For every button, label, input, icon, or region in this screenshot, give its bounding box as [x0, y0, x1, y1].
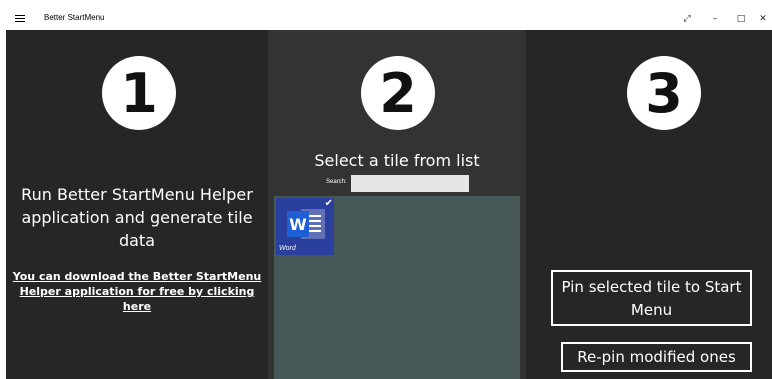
- download-helper-link[interactable]: You can download the Better StartMenu He…: [10, 269, 264, 314]
- close-icon[interactable]: ✕: [754, 8, 772, 30]
- maximize-icon[interactable]: □: [728, 8, 754, 30]
- title-bar: Better StartMenu ⤢ – □ ✕: [6, 8, 772, 30]
- app-window: Better StartMenu ⤢ – □ ✕ 1 Run Better St…: [6, 8, 772, 379]
- repin-button[interactable]: Re-pin modified ones: [561, 342, 752, 372]
- tile-label: Word: [279, 245, 296, 252]
- selected-check-icon: ✔: [324, 198, 333, 209]
- step3-panel: 3 Pin selected tile to Start Menu Re-pin…: [526, 30, 772, 379]
- download-link-line2[interactable]: Helper application for free by clicking …: [20, 285, 255, 313]
- step1-panel: 1 Run Better StartMenu Helper applicatio…: [6, 30, 268, 379]
- window-title: Better StartMenu: [44, 13, 105, 22]
- minimize-icon[interactable]: –: [702, 8, 728, 30]
- pin-tile-button[interactable]: Pin selected tile to Start Menu: [551, 270, 752, 326]
- download-link-line1[interactable]: You can download the Better StartMenu: [13, 270, 261, 283]
- select-tile-heading: Select a tile from list: [314, 151, 480, 170]
- svg-text:W: W: [289, 215, 307, 234]
- step2-panel: 2 Select a tile from list Search: W ✔ Wo…: [268, 30, 526, 379]
- expand-icon[interactable]: ⤢: [674, 8, 700, 30]
- step1-description: Run Better StartMenu Helper application …: [21, 185, 253, 250]
- hamburger-icon[interactable]: [8, 10, 32, 28]
- word-tile[interactable]: W ✔ Word: [276, 198, 334, 255]
- search-input[interactable]: [351, 175, 469, 192]
- step1-number: 1: [102, 56, 176, 130]
- word-icon: W: [287, 209, 325, 239]
- search-label: Search:: [326, 179, 347, 185]
- step2-number: 2: [361, 56, 435, 130]
- step3-number: 3: [627, 56, 701, 130]
- tile-list[interactable]: W ✔ Word: [274, 196, 520, 379]
